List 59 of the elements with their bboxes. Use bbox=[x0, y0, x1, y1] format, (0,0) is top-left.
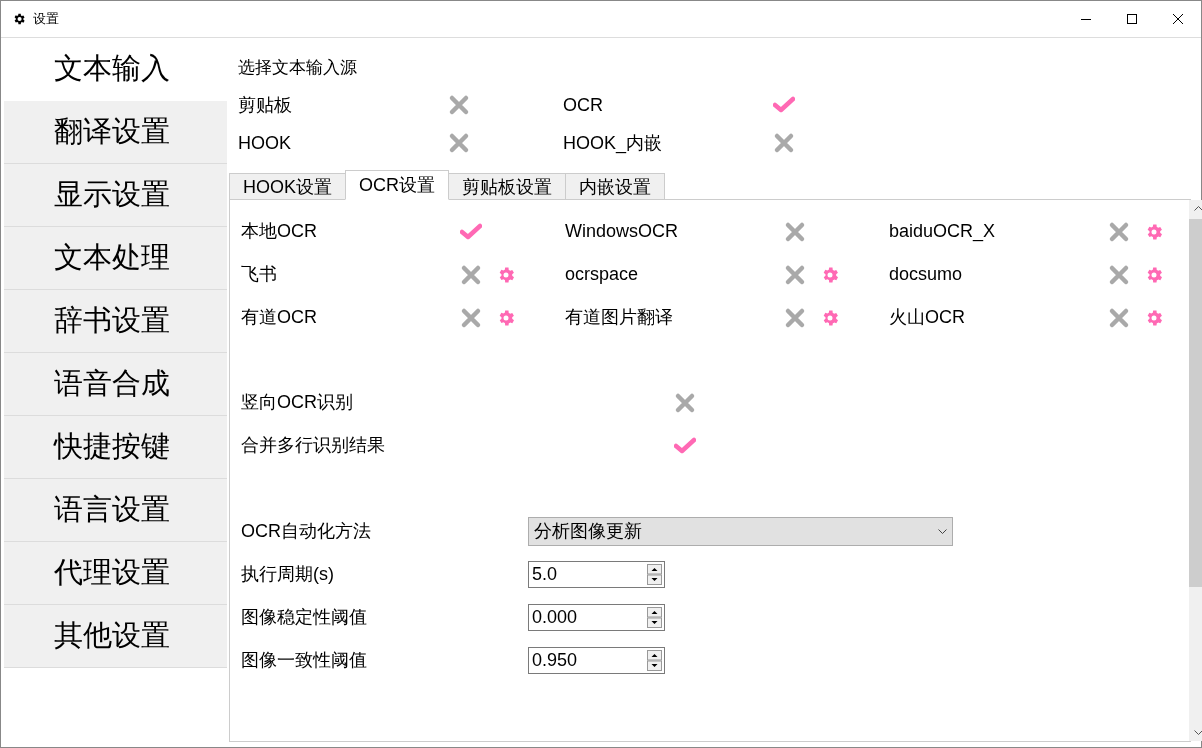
section-title: 选择文本输入源 bbox=[238, 57, 358, 79]
scroll-down-icon[interactable] bbox=[1194, 730, 1202, 736]
spin-box[interactable]: 0.950 bbox=[528, 647, 665, 674]
option-label: HOOK_内嵌 bbox=[563, 131, 664, 156]
sidebar-item[interactable]: 显示设置 bbox=[4, 164, 227, 227]
cross-icon[interactable] bbox=[448, 94, 470, 116]
window-title: 设置 bbox=[33, 10, 59, 29]
engine-label: docsumo bbox=[889, 263, 964, 286]
cross-icon[interactable] bbox=[784, 220, 806, 243]
dropdown[interactable]: 分析图像更新 bbox=[528, 517, 953, 546]
sidebar-item[interactable]: 语音合成 bbox=[4, 353, 227, 416]
option-label: HOOK bbox=[238, 131, 292, 155]
maximize-icon[interactable] bbox=[1127, 14, 1137, 24]
close-icon[interactable] bbox=[1173, 14, 1183, 24]
cross-icon[interactable] bbox=[448, 132, 470, 154]
option-label: 剪贴板 bbox=[238, 93, 293, 117]
cross-icon[interactable] bbox=[1108, 306, 1130, 329]
field-label: OCR自动化方法 bbox=[241, 520, 372, 543]
option-label: OCR bbox=[563, 93, 604, 117]
spin-arrows-icon[interactable] bbox=[647, 650, 662, 671]
sidebar-item[interactable]: 其他设置 bbox=[4, 605, 227, 668]
cross-icon[interactable] bbox=[460, 306, 482, 329]
engine-label: baiduOCR_X bbox=[889, 220, 997, 244]
option-label: 合并多行识别结果 bbox=[241, 434, 386, 457]
tab[interactable]: HOOK设置 bbox=[229, 173, 346, 200]
cross-icon[interactable] bbox=[1108, 220, 1130, 243]
spin-box[interactable]: 5.0 bbox=[528, 561, 665, 588]
option-label: 竖向OCR识别 bbox=[241, 391, 354, 414]
tab[interactable]: OCR设置 bbox=[345, 170, 449, 200]
chevron-down-icon bbox=[938, 528, 947, 535]
settings-icon bbox=[12, 12, 26, 26]
field-label: 执行周期(s) bbox=[241, 563, 335, 586]
cross-icon[interactable] bbox=[674, 391, 696, 414]
engine-label: 火山OCR bbox=[889, 306, 966, 329]
engine-label: 有道OCR bbox=[241, 306, 318, 329]
sidebar-item[interactable]: 翻译设置 bbox=[4, 101, 227, 164]
engine-label: 本地OCR bbox=[241, 220, 318, 243]
scroll-up-icon[interactable] bbox=[1194, 205, 1202, 211]
engine-label: ocrspace bbox=[565, 263, 640, 286]
sidebar-item[interactable]: 辞书设置 bbox=[4, 290, 227, 353]
field-label: 图像稳定性阈值 bbox=[241, 606, 368, 629]
engine-label: 有道图片翻译 bbox=[565, 306, 674, 329]
cross-icon[interactable] bbox=[784, 306, 806, 329]
spin-arrows-icon[interactable] bbox=[647, 564, 662, 585]
engine-label: 飞书 bbox=[241, 263, 278, 286]
cross-icon[interactable] bbox=[773, 132, 795, 154]
tab[interactable]: 内嵌设置 bbox=[565, 173, 665, 200]
cross-icon[interactable] bbox=[1108, 263, 1130, 286]
sidebar-item[interactable]: 语言设置 bbox=[4, 479, 227, 542]
spin-box[interactable]: 0.000 bbox=[528, 604, 665, 631]
cross-icon[interactable] bbox=[460, 263, 482, 286]
sidebar-item[interactable]: 文本处理 bbox=[4, 227, 227, 290]
cross-icon[interactable] bbox=[784, 263, 806, 286]
sidebar-item[interactable]: 快捷按键 bbox=[4, 416, 227, 479]
tab[interactable]: 剪贴板设置 bbox=[448, 173, 566, 200]
engine-label: WindowsOCR bbox=[565, 220, 680, 243]
spin-arrows-icon[interactable] bbox=[647, 607, 662, 628]
field-label: 图像一致性阈值 bbox=[241, 649, 368, 672]
sidebar-item[interactable]: 代理设置 bbox=[4, 542, 227, 605]
